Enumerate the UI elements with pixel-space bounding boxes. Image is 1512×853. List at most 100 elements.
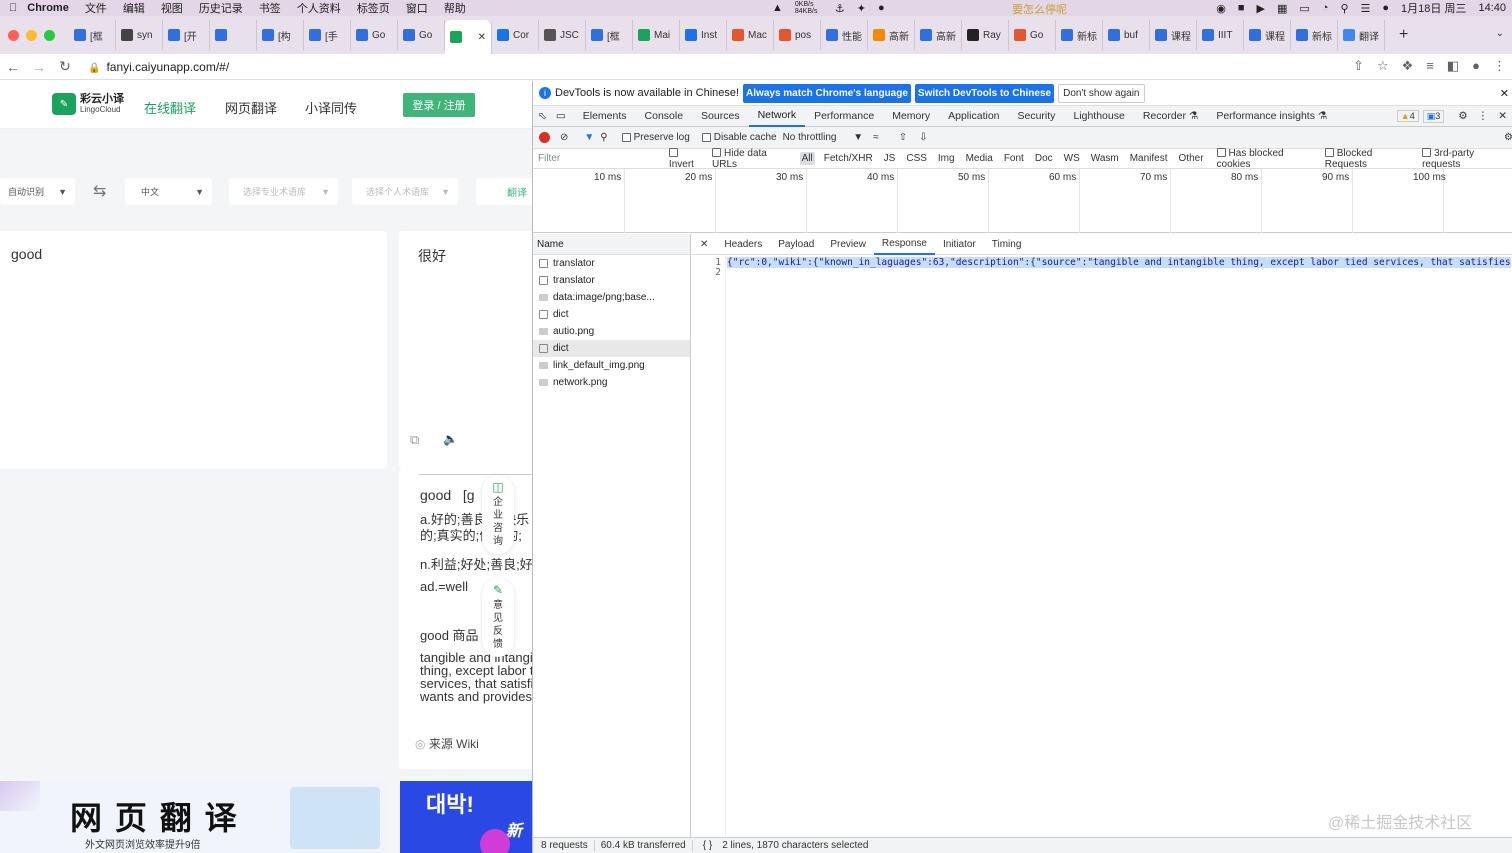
- filter-type-manifest[interactable]: Manifest: [1128, 152, 1170, 165]
- close-devtools-icon[interactable]: ✕: [1498, 110, 1507, 122]
- request-row[interactable]: autio.png: [533, 323, 690, 340]
- browser-tab[interactable]: Go: [398, 20, 445, 50]
- request-row[interactable]: translator: [533, 272, 690, 289]
- search-icon[interactable]: ⚲: [600, 132, 607, 143]
- detail-tab-preview[interactable]: Preview: [822, 234, 874, 255]
- request-row[interactable]: translator: [533, 255, 690, 272]
- browser-tab[interactable]: Mai: [633, 20, 680, 50]
- browser-tab[interactable]: pos: [774, 20, 821, 50]
- detail-tab-timing[interactable]: Timing: [984, 234, 1030, 255]
- response-body[interactable]: {"rc":0,"wiki":{"known_in_laguages":63,"…: [727, 257, 1511, 268]
- menu-item[interactable]: 书签: [259, 0, 281, 16]
- browser-tab[interactable]: 新标: [1291, 20, 1338, 50]
- bag-icon[interactable]: ▲: [772, 2, 783, 14]
- browser-tab[interactable]: [手: [304, 20, 351, 50]
- zoom-window-button[interactable]: [44, 29, 55, 41]
- browser-tab[interactable]: 高新: [915, 20, 962, 50]
- browser-tab[interactable]: Cor: [492, 20, 539, 50]
- target-language-select[interactable]: 中文 ▼: [125, 178, 212, 205]
- browser-tab[interactable]: syn: [116, 20, 163, 50]
- panel-tab-application[interactable]: Application: [939, 106, 1008, 127]
- browser-tab[interactable]: [框: [586, 20, 633, 50]
- has-blocked-cookies-checkbox[interactable]: Has blocked cookies: [1216, 148, 1318, 170]
- request-row[interactable]: dict: [533, 340, 690, 357]
- browser-tab[interactable]: [210, 20, 257, 50]
- extensions-icon[interactable]: ❖: [1402, 58, 1414, 74]
- import-har-icon[interactable]: ⇧: [899, 132, 907, 143]
- panel-tab-recorder[interactable]: Recorder ⚗: [1134, 106, 1208, 127]
- filter-input[interactable]: Filter: [533, 150, 662, 168]
- minimize-window-button[interactable]: [26, 29, 37, 41]
- close-infobar-icon[interactable]: ✕: [1500, 87, 1509, 100]
- disable-cache-checkbox[interactable]: Disable cache: [701, 132, 777, 143]
- wifi-icon[interactable]: ◔: [1322, 2, 1329, 14]
- source-text[interactable]: good: [11, 246, 42, 262]
- panel-tab-performance[interactable]: Performance: [805, 106, 883, 127]
- browser-tab[interactable]: JSC: [539, 20, 586, 50]
- copy-icon[interactable]: ⧉: [410, 432, 419, 448]
- browser-tab[interactable]: 翻译: [1338, 20, 1385, 50]
- filter-type-css[interactable]: CSS: [904, 152, 929, 165]
- messages-badge[interactable]: ▣3: [1422, 109, 1445, 123]
- spotlight-icon[interactable]: ⚲: [1340, 2, 1348, 15]
- filter-type-doc[interactable]: Doc: [1033, 152, 1055, 165]
- panel-tab-console[interactable]: Console: [636, 106, 693, 127]
- menu-item[interactable]: 窗口: [406, 0, 428, 16]
- browser-tab[interactable]: Go: [1009, 20, 1056, 50]
- filter-type-js[interactable]: JS: [882, 152, 898, 165]
- menu-item[interactable]: 文件: [85, 0, 107, 16]
- domain-glossary-select[interactable]: 选择专业术语库 ▼: [229, 178, 338, 205]
- side-panel-icon[interactable]: ◧: [1447, 58, 1459, 74]
- nav-web-translate[interactable]: 网页翻译: [225, 98, 277, 117]
- docker-icon[interactable]: ⚓: [835, 2, 845, 15]
- profile-avatar-icon[interactable]: ●: [1472, 58, 1480, 74]
- nav-simultaneous[interactable]: 小译同传: [305, 98, 357, 117]
- menu-item[interactable]: 标签页: [357, 0, 390, 16]
- grid-icon[interactable]: ▦: [1277, 2, 1287, 15]
- request-row[interactable]: data:image/png;base...: [533, 289, 690, 306]
- source-text-panel[interactable]: [0, 231, 387, 469]
- browser-tab[interactable]: 性能: [821, 20, 868, 50]
- request-row[interactable]: dict: [533, 306, 690, 323]
- panel-tab-lighthouse[interactable]: Lighthouse: [1064, 106, 1133, 127]
- site-logo[interactable]: ✎ 彩云小译 LingoCloud: [52, 93, 124, 115]
- browser-tab[interactable]: 课程: [1150, 20, 1197, 50]
- box-icon[interactable]: ■: [1238, 2, 1245, 14]
- source-language-select[interactable]: 自动识别 ▼: [0, 178, 75, 205]
- feedback-button[interactable]: ✎ 意 见 反 馈: [482, 578, 514, 657]
- preserve-log-checkbox[interactable]: Preserve log: [621, 132, 690, 143]
- swap-languages-icon[interactable]: ⇆: [93, 181, 106, 201]
- promo-banner[interactable]: 대박! 新: [400, 781, 532, 853]
- settings-gear-icon[interactable]: ⚙: [1458, 110, 1467, 122]
- close-details-icon[interactable]: ✕: [692, 234, 716, 255]
- reload-button[interactable]: ↻: [52, 58, 78, 75]
- filter-type-other[interactable]: Other: [1177, 152, 1206, 165]
- apple-icon[interactable]: : [9, 2, 17, 14]
- filter-type-ws[interactable]: WS: [1062, 152, 1082, 165]
- speaker-icon[interactable]: 🔈: [443, 432, 458, 446]
- panel-tab-sources[interactable]: Sources: [692, 106, 749, 127]
- third-party-checkbox[interactable]: 3rd-party requests: [1422, 148, 1512, 170]
- browser-tab[interactable]: buf: [1103, 20, 1150, 50]
- bird-icon[interactable]: ✦: [857, 2, 866, 15]
- share-icon[interactable]: ⇧: [1353, 58, 1364, 74]
- enterprise-consult-button[interactable]: ◫ 企 业 咨 询: [482, 475, 514, 554]
- menu-item[interactable]: 编辑: [123, 0, 145, 16]
- name-column-header[interactable]: Name: [533, 234, 690, 255]
- panel-tab-network[interactable]: Network: [748, 106, 806, 127]
- browser-tab[interactable]: 高新: [868, 20, 915, 50]
- filter-type-all[interactable]: All: [799, 152, 815, 165]
- browser-tab[interactable]: Inst: [680, 20, 727, 50]
- panel-tab-memory[interactable]: Memory: [883, 106, 939, 127]
- detail-tab-response[interactable]: Response: [873, 234, 935, 255]
- play-icon[interactable]: ▶: [1257, 2, 1265, 15]
- filter-type-img[interactable]: Img: [936, 152, 957, 165]
- blocked-requests-checkbox[interactable]: Blocked Requests: [1324, 148, 1415, 170]
- browser-tab[interactable]: ✕: [445, 20, 492, 54]
- wiki-source[interactable]: ◎ 来源 Wiki: [415, 735, 479, 752]
- vpn-icon[interactable]: ◉: [1216, 2, 1226, 15]
- clear-icon[interactable]: ⊘: [560, 132, 568, 143]
- filter-type-media[interactable]: Media: [964, 152, 995, 165]
- panel-tab-security[interactable]: Security: [1009, 106, 1065, 127]
- control-center-icon[interactable]: ☰: [1361, 2, 1371, 15]
